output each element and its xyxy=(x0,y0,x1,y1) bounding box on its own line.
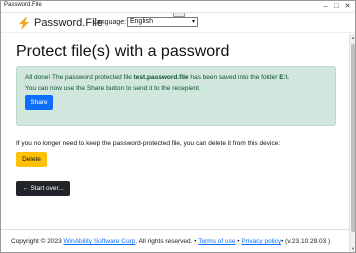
language-select[interactable]: English ▾ xyxy=(127,17,198,27)
alert-message: All done! The password protected file te… xyxy=(25,74,289,81)
delete-prompt: If you no longer need to keep the passwo… xyxy=(16,140,281,147)
delete-button[interactable]: Delete xyxy=(16,152,47,167)
footer-divider xyxy=(1,229,350,230)
footer: Copyright © 2023 WinAbility Software Cor… xyxy=(11,238,330,245)
chevron-down-icon: ▾ xyxy=(191,19,195,25)
alert-folder: E:\ xyxy=(279,74,288,81)
scroll-up-icon[interactable]: ▲ xyxy=(350,35,356,40)
language-select-value: English xyxy=(130,18,153,25)
app-window: Password.File – □ ✕ Password.File Langua… xyxy=(0,0,356,253)
share-button[interactable]: Share xyxy=(25,95,53,110)
alert-text-2: has been saved into the folder xyxy=(188,74,280,81)
copyright-text: Copyright © 2023 xyxy=(11,238,64,245)
language-label: Language: xyxy=(93,19,127,26)
alert-filename: test.password.file xyxy=(133,74,189,81)
window-title: Password.File xyxy=(4,2,42,8)
scroll-down-icon[interactable]: ▼ xyxy=(350,246,356,251)
privacy-link[interactable]: Privacy policy xyxy=(241,238,281,245)
title-bar: Password.File – □ ✕ xyxy=(1,1,355,13)
page-title: Protect file(s) with a password xyxy=(16,43,230,60)
minimize-button[interactable]: – xyxy=(320,1,331,13)
vertical-scrollbar[interactable]: ▲ ▼ xyxy=(349,34,355,252)
terms-link[interactable]: Terms of use xyxy=(198,238,235,245)
alert-text-1: All done! The password protected file xyxy=(25,74,134,81)
close-button[interactable]: ✕ xyxy=(342,1,353,13)
rights-text: . All rights reserved. • xyxy=(135,238,199,245)
start-over-button[interactable]: ← Start over... xyxy=(16,181,70,196)
app-header: Password.File Language: English ▾ xyxy=(1,13,355,33)
alert-text-3: . xyxy=(287,74,290,81)
version-text: • (v.23.10.29.03 ) xyxy=(281,238,331,245)
window-controls: – □ ✕ xyxy=(320,1,353,13)
lightning-bolt-icon xyxy=(19,17,29,30)
company-link[interactable]: WinAbility Software Corp xyxy=(64,238,136,245)
success-alert: All done! The password protected file te… xyxy=(16,66,336,126)
scrollbar-thumb[interactable] xyxy=(351,44,355,232)
maximize-button[interactable]: □ xyxy=(331,1,342,13)
alert-share-hint: You can now use the Share button to send… xyxy=(25,85,201,92)
